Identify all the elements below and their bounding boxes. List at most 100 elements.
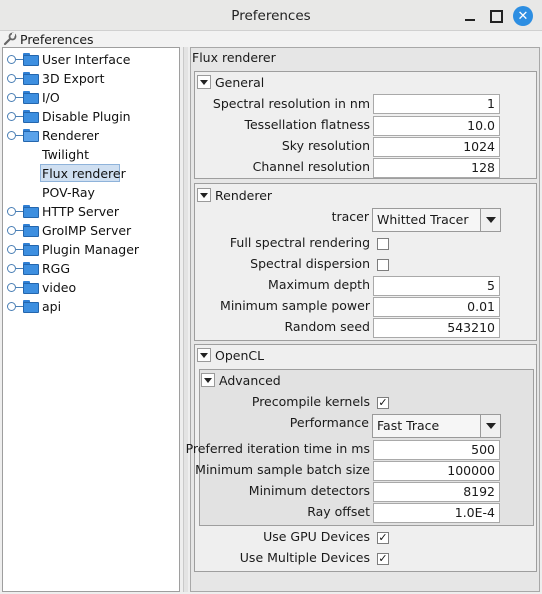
tree-item-http-server[interactable]: HTTP Server	[3, 202, 179, 221]
tree-item-label: Plugin Manager	[42, 242, 140, 257]
folder-icon	[23, 205, 39, 218]
spectral-resolution-input[interactable]: 1	[373, 94, 500, 114]
maximum-depth-input[interactable]: 5	[373, 276, 500, 296]
full-spectral-checkbox[interactable]	[377, 238, 389, 250]
tree-item-pov-ray[interactable]: POV-Ray	[3, 183, 179, 202]
tessellation-flatness-input[interactable]: 10.0	[373, 116, 500, 136]
ray-offset-label: Ray offset	[307, 504, 370, 519]
random-seed-label: Random seed	[284, 319, 370, 334]
performance-select[interactable]: Fast Trace	[372, 414, 501, 438]
expand-handle-icon[interactable]	[7, 112, 23, 121]
min-sample-power-input[interactable]: 0.01	[373, 297, 500, 317]
use-gpu-label: Use GPU Devices	[263, 529, 370, 544]
folder-icon	[23, 262, 39, 275]
folder-icon	[23, 110, 39, 123]
split-pane-divider[interactable]	[183, 47, 188, 592]
spectral-dispersion-checkbox[interactable]	[377, 259, 389, 271]
preferences-header: Preferences	[0, 31, 542, 47]
open-folder-icon	[23, 129, 39, 142]
tree-item-label: video	[42, 280, 77, 295]
tree-item-rgg[interactable]: RGG	[3, 259, 179, 278]
general-group-label: General	[215, 75, 265, 90]
spectral-resolution-label: Spectral resolution in nm	[212, 96, 370, 111]
min-batch-size-input[interactable]: 100000	[373, 461, 500, 481]
sky-resolution-input[interactable]: 1024	[373, 137, 500, 157]
expand-handle-icon[interactable]	[7, 245, 23, 254]
tree-item-plugin-manager[interactable]: Plugin Manager	[3, 240, 179, 259]
random-seed-input[interactable]: 543210	[373, 318, 500, 338]
spectral-dispersion-label: Spectral dispersion	[250, 256, 370, 271]
folder-icon	[23, 72, 39, 85]
tree-item-label: api	[42, 299, 62, 314]
collapse-renderer-icon[interactable]	[197, 188, 211, 202]
tree-item-3d-export[interactable]: 3D Export	[3, 69, 179, 88]
min-batch-size-label: Minimum sample batch size	[195, 462, 370, 477]
collapse-opencl-icon[interactable]	[197, 348, 211, 362]
preferences-label: Preferences	[20, 32, 94, 47]
chevron-down-icon[interactable]	[480, 415, 500, 437]
advanced-group-label: Advanced	[219, 373, 281, 388]
expand-handle-icon[interactable]	[7, 226, 23, 235]
full-spectral-label: Full spectral rendering	[229, 235, 370, 250]
expand-handle-icon[interactable]	[7, 264, 23, 273]
tree-item-label: RGG	[42, 261, 71, 276]
channel-resolution-input[interactable]: 128	[373, 158, 500, 178]
channel-resolution-label: Channel resolution	[252, 159, 370, 174]
use-multiple-devices-label: Use Multiple Devices	[239, 550, 370, 565]
tree-item-video[interactable]: video	[3, 278, 179, 297]
sky-resolution-label: Sky resolution	[281, 138, 370, 153]
tree-item-groimp-server[interactable]: GroIMP Server	[3, 221, 179, 240]
folder-icon	[23, 224, 39, 237]
folder-icon	[23, 300, 39, 313]
expand-handle-icon[interactable]	[7, 74, 23, 83]
panel-title: Flux renderer	[192, 50, 276, 65]
expand-handle-icon[interactable]	[7, 93, 23, 102]
expand-handle-icon[interactable]	[7, 283, 23, 292]
tree-item-disable-plugin[interactable]: Disable Plugin	[3, 107, 179, 126]
minimize-icon[interactable]	[460, 6, 480, 26]
performance-selected-value: Fast Trace	[377, 418, 440, 433]
ray-offset-input[interactable]: 1.0E-4	[373, 503, 500, 523]
collapse-handle-icon[interactable]	[7, 131, 23, 140]
maximum-depth-label: Maximum depth	[268, 277, 370, 292]
expand-handle-icon[interactable]	[7, 302, 23, 311]
tree-item-api[interactable]: api	[3, 297, 179, 316]
tracer-selected-value: Whitted Tracer	[377, 212, 469, 227]
collapse-general-icon[interactable]	[197, 75, 211, 89]
use-multiple-devices-checkbox[interactable]: ✓	[377, 553, 389, 565]
tree-item-label: I/O	[42, 90, 60, 105]
tessellation-flatness-label: Tessellation flatness	[244, 117, 370, 132]
folder-icon	[23, 53, 39, 66]
folder-icon	[23, 243, 39, 256]
tree-item-label: HTTP Server	[42, 204, 119, 219]
tree-item-flux-renderer[interactable]: Flux renderer	[3, 164, 179, 183]
tree-item-label: Renderer	[42, 128, 100, 143]
precompile-kernels-checkbox[interactable]: ✓	[377, 397, 389, 409]
folder-icon	[23, 91, 39, 104]
preferences-tree[interactable]: User Interface 3D Export I/O Disable Plu…	[2, 47, 180, 592]
tree-item-io[interactable]: I/O	[3, 88, 179, 107]
iteration-time-input[interactable]: 500	[373, 440, 500, 460]
close-icon[interactable]: ✕	[513, 6, 533, 26]
tree-item-renderer[interactable]: Renderer	[3, 126, 179, 145]
expand-handle-icon[interactable]	[7, 207, 23, 216]
min-detectors-label: Minimum detectors	[248, 483, 370, 498]
min-sample-power-label: Minimum sample power	[220, 298, 370, 313]
renderer-group-label: Renderer	[215, 188, 273, 203]
tree-item-label: GroIMP Server	[42, 223, 132, 238]
expand-handle-icon[interactable]	[7, 55, 23, 64]
tracer-select[interactable]: Whitted Tracer	[372, 208, 501, 232]
tree-item-label: Twilight	[42, 147, 89, 162]
tree-item-twilight[interactable]: Twilight	[3, 145, 179, 164]
tree-item-label: 3D Export	[42, 71, 105, 86]
opencl-group-label: OpenCL	[215, 348, 265, 363]
tree-item-user-interface[interactable]: User Interface	[3, 50, 179, 69]
use-gpu-checkbox[interactable]: ✓	[377, 532, 389, 544]
chevron-down-icon[interactable]	[480, 209, 500, 231]
tree-item-label: POV-Ray	[42, 185, 95, 200]
min-detectors-input[interactable]: 8192	[373, 482, 500, 502]
window-titlebar: Preferences ✕	[0, 0, 542, 31]
collapse-advanced-icon[interactable]	[201, 373, 215, 387]
tree-item-label: Disable Plugin	[42, 109, 131, 124]
maximize-icon[interactable]	[486, 6, 506, 26]
